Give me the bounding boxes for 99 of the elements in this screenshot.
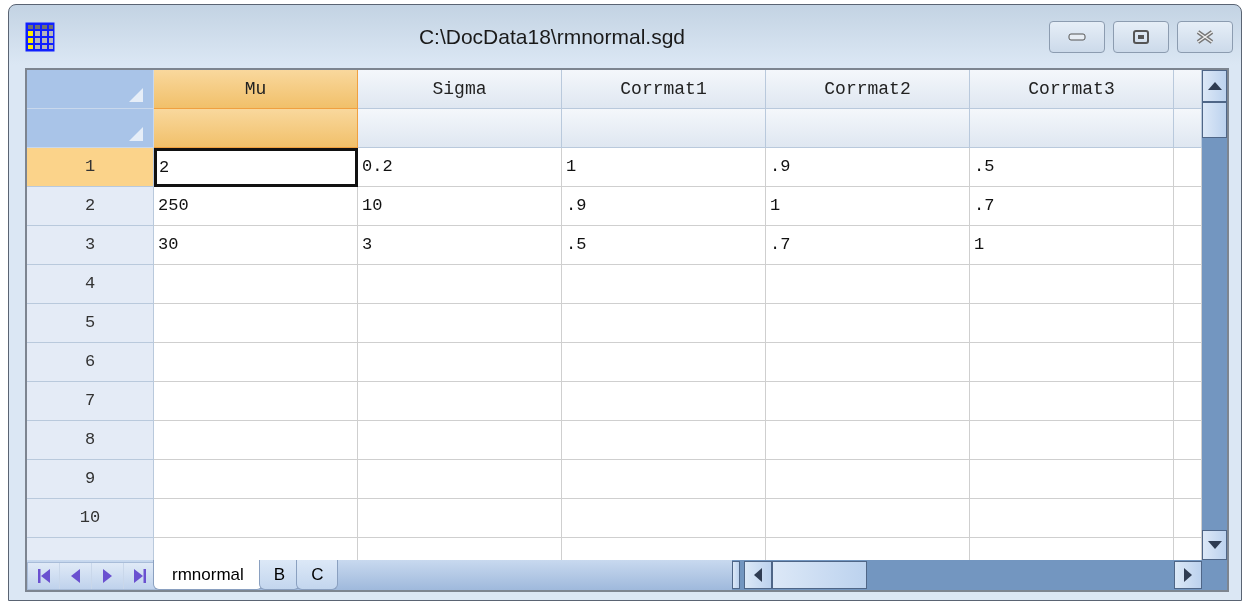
table-cell[interactable]: .9 [766,148,970,187]
table-cell[interactable]: 0.2 [358,148,562,187]
window-title: C:\DocData18\rmnormal.sgd [418,24,686,48]
close-button[interactable] [1177,20,1233,53]
sheet-tab[interactable]: C [296,560,339,590]
column-subheader[interactable] [766,109,970,148]
scroll-left-button[interactable] [744,561,772,589]
row-header[interactable]: 1 [27,148,154,187]
table-cell[interactable] [562,382,766,421]
row-header[interactable]: 4 [27,265,154,304]
table-cell[interactable] [154,499,358,538]
table-cell[interactable]: 2 [154,148,358,187]
table-cell[interactable] [358,460,562,499]
table-cell[interactable] [154,382,358,421]
column-subheader[interactable] [154,109,358,148]
table-cell[interactable] [766,460,970,499]
table-cell[interactable]: 3 [358,226,562,265]
table-cell[interactable] [970,265,1174,304]
table-cell[interactable] [562,343,766,382]
restore-icon [1133,29,1149,44]
scroll-down-button[interactable] [1202,530,1227,560]
row-header[interactable]: 9 [27,460,154,499]
split-handle[interactable] [732,561,740,589]
table-cell[interactable]: 1 [562,148,766,187]
table-cell[interactable]: 10 [358,187,562,226]
table-cell[interactable] [358,499,562,538]
table-cell[interactable]: 1 [970,226,1174,265]
right-arrow-icon [1184,568,1192,582]
table-cell[interactable] [766,421,970,460]
scroll-up-button[interactable] [1202,70,1227,102]
column-header[interactable]: Mu [154,70,358,109]
down-arrow-icon [1207,541,1222,549]
table-cell[interactable]: .5 [562,226,766,265]
minimize-button[interactable] [1049,20,1105,53]
column-header[interactable]: Sigma [358,70,562,109]
right-arrow-icon [103,569,112,583]
table-cell[interactable] [970,304,1174,343]
last-icon [133,569,146,583]
table-cell[interactable] [358,265,562,304]
grid-icon [25,21,55,52]
table-cell[interactable]: 1 [766,187,970,226]
scroll-right-button[interactable] [1174,561,1202,589]
row-header[interactable]: 5 [27,304,154,343]
table-cell[interactable]: 30 [154,226,358,265]
scrollbar-thumb[interactable] [772,561,867,589]
corner-triangle-icon [129,127,143,141]
column-subheader[interactable] [358,109,562,148]
column-header[interactable]: Corrmat1 [562,70,766,109]
row-header[interactable]: 7 [27,382,154,421]
table-cell[interactable] [562,460,766,499]
up-arrow-icon [1207,82,1222,90]
table-cell[interactable]: 250 [154,187,358,226]
row-header[interactable]: 6 [27,343,154,382]
table-cell[interactable] [562,265,766,304]
table-cell[interactable] [154,343,358,382]
table-cell[interactable] [766,304,970,343]
left-arrow-icon [71,569,80,583]
left-arrow-icon [754,568,762,582]
table-cell[interactable] [766,499,970,538]
row-header[interactable]: 8 [27,421,154,460]
table-cell[interactable] [766,343,970,382]
table-cell[interactable] [358,421,562,460]
table-cell[interactable] [358,304,562,343]
table-cell[interactable] [562,304,766,343]
table-cell[interactable] [154,265,358,304]
table-cell[interactable] [562,499,766,538]
table-cell[interactable] [766,382,970,421]
table-cell[interactable]: .7 [970,187,1174,226]
table-cell[interactable] [154,460,358,499]
table-cell[interactable]: .7 [766,226,970,265]
table-cell[interactable] [562,421,766,460]
row-header[interactable]: 10 [27,499,154,538]
row-header[interactable]: 3 [27,226,154,265]
table-cell[interactable] [970,421,1174,460]
table-cell[interactable] [358,382,562,421]
table-cell[interactable] [970,499,1174,538]
column-subheader[interactable] [562,109,766,148]
table-cell[interactable]: .9 [562,187,766,226]
column-header[interactable]: Corrmat3 [970,70,1174,109]
table-cell[interactable] [358,343,562,382]
corner-header[interactable] [27,109,154,148]
table-cell[interactable] [970,460,1174,499]
row-header[interactable]: 2 [27,187,154,226]
first-icon [37,569,50,583]
close-icon [1196,29,1214,44]
table-cell[interactable]: .5 [970,148,1174,187]
minimize-icon [1068,32,1086,41]
column-subheader[interactable] [970,109,1174,148]
table-cell[interactable] [154,304,358,343]
column-header[interactable]: Corrmat2 [766,70,970,109]
table-cell[interactable] [970,343,1174,382]
corner-triangle-icon [129,88,143,102]
table-cell[interactable] [970,382,1174,421]
scrollbar-thumb[interactable] [1202,102,1227,138]
corner-header[interactable] [27,70,154,109]
sheet-tab[interactable]: rmnormal [153,560,263,590]
table-cell[interactable] [154,421,358,460]
restore-button[interactable] [1113,20,1169,53]
table-cell[interactable] [766,265,970,304]
